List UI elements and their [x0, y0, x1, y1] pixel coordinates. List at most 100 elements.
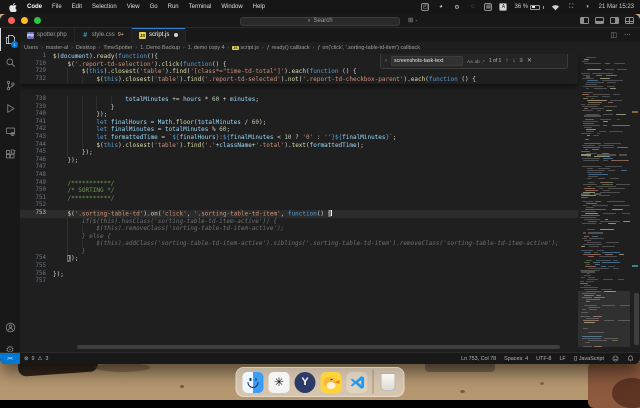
code-line-742[interactable]: 742 let finalMinutes = totalMinutes % 60… — [20, 126, 578, 134]
encoding-indicator[interactable]: UTF-8 — [536, 356, 551, 362]
find-close-icon[interactable]: ✕ — [527, 58, 532, 64]
code-line-739[interactable]: 739 } — [20, 104, 578, 112]
menu-item-go[interactable]: Go — [150, 4, 158, 10]
whole-word-icon[interactable]: ab — [475, 59, 480, 64]
battery-indicator[interactable]: 36 % — [514, 4, 543, 10]
toggle-panel-icon[interactable] — [595, 17, 604, 24]
breadcrumb-item[interactable]: Desktop — [76, 45, 96, 51]
breadcrumb-item[interactable]: 1. Demo Backup — [140, 45, 180, 51]
regex-icon[interactable]: .* — [482, 59, 485, 64]
code-line-752[interactable]: 752 — [20, 202, 578, 210]
tray-app-icon-5[interactable]: ▤ — [484, 3, 492, 11]
minimize-window-button[interactable] — [21, 17, 28, 24]
input-source-icon[interactable]: A — [499, 3, 507, 11]
horizontal-scrollbar[interactable] — [77, 345, 560, 349]
code-line-732[interactable]: 732 $(this).closest('table').find('.repo… — [20, 76, 578, 84]
breadcrumb-item[interactable]: ƒon('click', '.sorting-table-td-item') c… — [317, 45, 420, 51]
code-line-753[interactable]: 753 $('.sorting-table-td').on('click', '… — [20, 210, 578, 218]
menu-item-terminal[interactable]: Terminal — [189, 4, 212, 10]
find-expand-icon[interactable]: › — [385, 58, 387, 64]
dock-yandex-icon[interactable]: Y — [295, 372, 316, 393]
breadcrumb-item[interactable]: ƒready() callback — [266, 45, 309, 51]
dock-duck-icon[interactable] — [321, 372, 342, 393]
modified-dot-icon[interactable] — [174, 33, 178, 37]
find-next-icon[interactable]: ↓ — [512, 58, 515, 64]
toggle-secondary-sidebar-icon[interactable] — [610, 17, 619, 24]
run-debug-icon[interactable] — [0, 97, 20, 120]
match-case-icon[interactable]: Aa — [467, 59, 473, 64]
explorer-icon[interactable]: 1 — [0, 28, 20, 51]
code-line-747[interactable]: 747 — [20, 164, 578, 172]
ghost-code-line[interactable]: if($(this).hasClass('sorting-table-td-it… — [20, 218, 578, 226]
notifications-bell-icon[interactable] — [627, 355, 634, 362]
feedback-icon[interactable] — [612, 355, 619, 362]
code-line-740[interactable]: 740 }); — [20, 111, 578, 119]
ghost-code-line[interactable]: $(this).removeClass('sorting-table-td-it… — [20, 225, 578, 233]
code-line-756[interactable]: 756}); — [20, 271, 578, 279]
code-line-744[interactable]: 744 $(this).closest('table').find('.'+cl… — [20, 142, 578, 150]
zoom-window-button[interactable] — [34, 17, 41, 24]
menu-item-view[interactable]: View — [127, 4, 140, 10]
tray-app-icon-2[interactable]: ◕ — [436, 3, 445, 12]
tray-app-icon-4[interactable]: ◌ — [468, 3, 477, 12]
close-window-button[interactable] — [8, 17, 15, 24]
code-line-757[interactable]: 757 — [20, 278, 578, 286]
code-line-746[interactable]: 746 }); — [20, 157, 578, 165]
menu-clock[interactable]: 21 Mar 15:23 — [599, 4, 634, 10]
breadcrumb-item[interactable]: 1. demo copy 4 — [188, 45, 225, 51]
code-line-743[interactable]: 743 let formattedTime = `${finalHours}:$… — [20, 134, 578, 142]
accounts-icon[interactable] — [0, 316, 20, 339]
code-line-749[interactable]: 749 /***********/ — [20, 180, 578, 188]
problems-indicator[interactable]: ⊗ 9 ⚠ 3 — [20, 356, 48, 362]
code-line-754[interactable]: 754 }); — [20, 255, 578, 263]
dock-chatgpt-icon[interactable]: ✳ — [269, 372, 290, 393]
source-control-icon[interactable] — [0, 74, 20, 97]
cursor-position-indicator[interactable]: Ln 753, Col 78 — [461, 356, 496, 362]
tab-spotter.php[interactable]: phpspotter.php — [20, 28, 75, 42]
more-actions-icon[interactable]: ⋯ — [624, 31, 631, 39]
code-line-745[interactable]: 745 }); — [20, 149, 578, 157]
code-line-729[interactable]: 729 $(this).closest('table').find('[clas… — [20, 68, 578, 76]
breadcrumb-item[interactable]: Users — [24, 45, 38, 51]
remote-explorer-icon[interactable] — [0, 120, 20, 143]
tab-script.js[interactable]: JSscript.js — [132, 28, 186, 42]
wifi-icon[interactable] — [551, 4, 560, 11]
cloud-sync-icon[interactable]: ⊞ — [408, 16, 413, 24]
menu-item-file[interactable]: File — [52, 4, 62, 10]
breadcrumb-item[interactable]: master-al — [46, 45, 68, 51]
code-line-741[interactable]: 741 let finalHours = Math.floor(totalMin… — [20, 119, 578, 127]
code-line-738[interactable]: 738 totalMinutes += hours * 60 + minutes… — [20, 96, 578, 104]
dock-trash-icon[interactable] — [381, 373, 396, 391]
tray-app-icon-1[interactable]: ◰ — [421, 3, 429, 11]
apple-menu-icon[interactable] — [9, 3, 17, 12]
split-editor-icon[interactable]: ◫ — [610, 31, 617, 39]
menu-item-code[interactable]: Code — [27, 4, 42, 10]
menu-item-help[interactable]: Help — [253, 4, 265, 10]
control-center-icon[interactable]: ⛶ — [567, 3, 576, 12]
menu-item-edit[interactable]: Edit — [72, 4, 82, 10]
menu-item-run[interactable]: Run — [168, 4, 179, 10]
editor-scrollbar[interactable] — [630, 53, 640, 349]
dock-finder-icon[interactable] — [243, 372, 264, 393]
code-editor[interactable]: 738 totalMinutes += hours * 60 + minutes… — [20, 53, 640, 349]
ghost-code-line[interactable]: $(this).addClass('sorting-table-td-item-… — [20, 240, 578, 248]
breadcrumb-item[interactable]: JSscript.js — [232, 45, 259, 51]
minimap-slider[interactable] — [578, 291, 630, 347]
code-line-748[interactable]: 748 — [20, 172, 578, 180]
menu-item-selection[interactable]: Selection — [92, 4, 117, 10]
tab-style.css[interactable]: #style.css9+ — [75, 28, 132, 42]
remote-indicator[interactable]: >< — [0, 353, 20, 364]
code-line-751[interactable]: 751 /***********/ — [20, 195, 578, 203]
menu-item-window[interactable]: Window — [221, 4, 242, 10]
ghost-code-line[interactable]: } else { — [20, 233, 578, 241]
extensions-icon[interactable] — [0, 143, 20, 166]
code-line-755[interactable]: 755 — [20, 263, 578, 271]
find-input[interactable]: screenshots-task-text — [391, 56, 463, 66]
search-sidebar-icon[interactable] — [0, 51, 20, 74]
indentation-indicator[interactable]: Spaces: 4 — [504, 356, 528, 362]
tray-app-icon-3[interactable]: ⚙ — [452, 3, 461, 12]
dock-vscode-icon[interactable] — [347, 372, 368, 393]
breadcrumb-item[interactable]: TimeSpotter — [103, 45, 132, 51]
customize-layout-icon[interactable] — [625, 17, 634, 24]
command-center-search[interactable]: ⌕ Search — [240, 17, 400, 27]
